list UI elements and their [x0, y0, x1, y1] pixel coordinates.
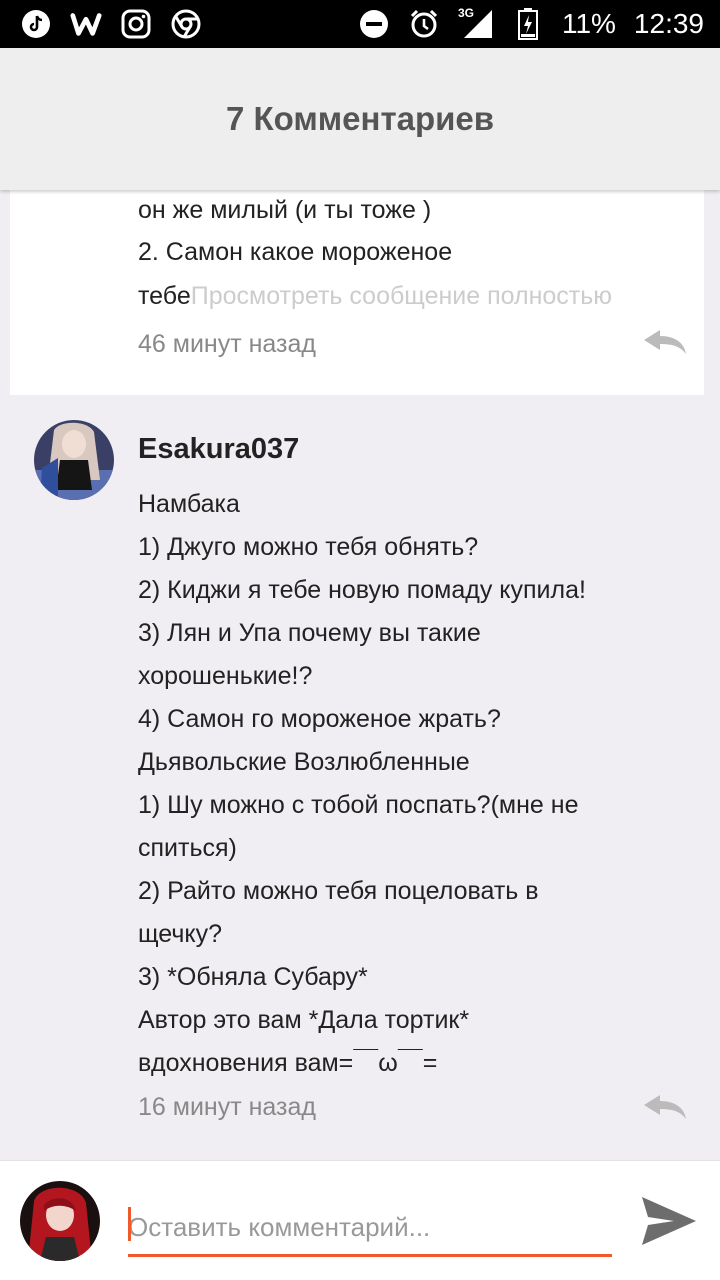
tiktok-icon	[20, 8, 52, 40]
comment-text-line: 2) Киджи я тебе новую помаду купила!	[138, 576, 586, 604]
instagram-icon	[120, 8, 152, 40]
comment-text-line: Намбака	[138, 490, 240, 518]
comment-timestamp: 16 минут назад	[138, 1093, 316, 1121]
comment-timestamp: 46 минут назад	[138, 330, 316, 358]
comment-text-line: хорошенькие!?	[138, 662, 313, 690]
current-user-avatar[interactable]	[20, 1181, 100, 1261]
comment-text-line: 1) Шу можно с тобой поспать?(мне не	[138, 791, 579, 819]
clock: 12:39	[633, 8, 704, 39]
comment-text-line: 3) *Обняла Субару*	[138, 963, 368, 991]
comment-text-line: 3) Лян и Упа почему вы такие	[138, 619, 481, 647]
comment-card: Esakura037 Намбака 1) Джуго можно тебя о…	[0, 405, 720, 1160]
comment-body: Намбака 1) Джуго можно тебя обнять? 2) К…	[138, 483, 698, 1085]
battery-icon	[512, 8, 544, 40]
comment-username[interactable]: Esakura037	[138, 433, 299, 466]
signal-icon: 3G	[457, 6, 494, 40]
reply-icon[interactable]	[642, 328, 688, 358]
comment-text-truncated-line: тебеПросмотреть сообщение полностью	[138, 282, 612, 311]
app-header: 7 Комментариев	[0, 48, 720, 190]
reply-icon[interactable]	[642, 1093, 688, 1123]
comment-input[interactable]	[128, 1201, 612, 1257]
wattpad-icon	[70, 8, 102, 40]
dnd-icon	[358, 8, 390, 40]
comment-text-line: спиться)	[138, 834, 237, 862]
avatar[interactable]	[34, 420, 114, 500]
comment-text-line: он же милый (и ты тоже )	[138, 196, 432, 224]
status-bar-notifications	[20, 8, 202, 40]
comment-text-line: 2. Самон какое мороженое	[138, 238, 453, 266]
comment-card-previous: он же милый (и ты тоже ) 2. Самон какое …	[10, 190, 704, 395]
comment-text-line: щечку?	[138, 920, 223, 948]
comment-text-line: 2) Райто можно тебя поцеловать в	[138, 877, 539, 905]
view-full-message-link[interactable]: Просмотреть сообщение полностью	[191, 282, 612, 310]
page-title: 7 Комментариев	[225, 100, 495, 137]
comment-text-line: Дьявольские Возлюбленные	[138, 748, 470, 776]
comment-text-line: 1) Джуго можно тебя обнять?	[138, 533, 479, 561]
comment-text-truncated: тебе	[138, 282, 191, 310]
text-cursor	[128, 1207, 131, 1241]
status-bar-system: 3G 11% 12:39	[358, 6, 704, 40]
comments-list[interactable]: он же милый (и ты тоже ) 2. Самон какое …	[0, 190, 720, 1160]
send-icon[interactable]	[640, 1193, 698, 1249]
status-bar: 3G 11% 12:39	[0, 0, 720, 48]
alarm-icon	[408, 8, 440, 40]
comment-composer	[0, 1160, 720, 1280]
comment-text-line: 4) Самон го мороженое жрать?	[138, 705, 501, 733]
comment-text-line: Автор это вам *Дала тортик*	[138, 1006, 470, 1034]
network-type: 3G	[457, 6, 474, 20]
chrome-icon	[170, 8, 202, 40]
battery-percent: 11%	[561, 8, 616, 39]
comment-text-line: вдохновения вам=￣ω￣=	[138, 1049, 438, 1077]
